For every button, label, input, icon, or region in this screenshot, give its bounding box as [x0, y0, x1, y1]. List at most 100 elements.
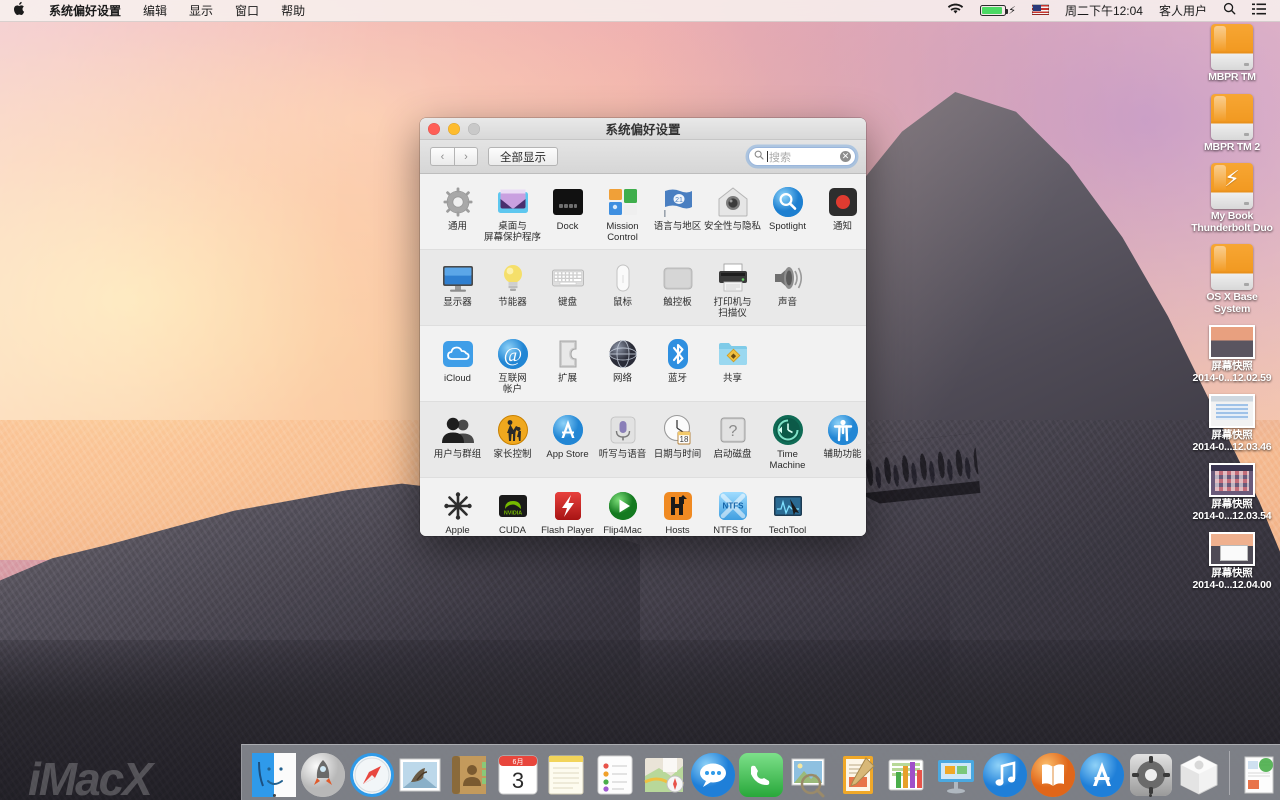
dock-item-notes[interactable]	[542, 746, 591, 798]
pref-pane-extensions[interactable]: 扩展	[540, 335, 595, 385]
dock-item-launchpad[interactable]	[299, 746, 348, 798]
dock-item-contacts[interactable]	[445, 746, 494, 798]
menu-window[interactable]: 窗口	[224, 0, 270, 22]
pref-pane-label: Flip4Mac	[594, 526, 652, 536]
pref-pane-icloud[interactable]: iCloud	[430, 335, 485, 385]
dock-item-maps[interactable]	[640, 746, 689, 798]
pref-pane-mouse[interactable]: 鼠标	[595, 259, 650, 309]
pref-pane-mission-control[interactable]: Mission Control	[595, 183, 650, 243]
pref-pane-trackpad[interactable]: 触控板	[650, 259, 705, 309]
desktop-item-mbpr-tm[interactable]: MBPR TM	[1184, 24, 1280, 84]
menu-edit[interactable]: 编辑	[132, 0, 178, 22]
desktop-icon-column: MBPR TM MBPR TM 2 ⚡ My Book Thunderbolt …	[1184, 24, 1280, 601]
pref-pane-notifications[interactable]: 通知	[815, 183, 866, 233]
pref-pane-apple-qmaster[interactable]: Apple Qmaster	[430, 487, 485, 536]
pref-pane-flash-player[interactable]: Flash Player	[540, 487, 595, 536]
notes-icon	[543, 752, 589, 798]
extensions-icon	[551, 337, 585, 371]
dock-item-app-store[interactable]	[1078, 746, 1127, 798]
apple-menu-icon[interactable]	[0, 0, 38, 22]
text-cursor	[767, 151, 768, 162]
us-flag-icon[interactable]	[1024, 0, 1057, 22]
pref-pane-language-region[interactable]: 21 语言与地区	[650, 183, 705, 233]
dock-item-ibooks[interactable]	[1029, 746, 1078, 798]
mail-icon	[397, 752, 443, 798]
battery-icon[interactable]: ⚡	[972, 0, 1024, 22]
search-field[interactable]: 搜索 ✕	[748, 147, 856, 166]
dock-item-itunes[interactable]	[980, 746, 1029, 798]
desktop-item-screenshot-2[interactable]: 屏幕快照 2014-0...12.03.46	[1184, 394, 1280, 453]
dock-item-pages[interactable]	[834, 746, 883, 798]
dock-item-facetime[interactable]	[737, 746, 786, 798]
pref-pane-general[interactable]: 通用	[430, 183, 485, 233]
pref-pane-cuda[interactable]: NVIDIA CUDA	[485, 487, 540, 536]
pref-pane-users-groups[interactable]: 用户与群组	[430, 411, 485, 461]
dock-item-finder[interactable]	[250, 746, 299, 798]
pref-pane-sound[interactable]: 声音	[760, 259, 815, 309]
pref-pane-parental-controls[interactable]: 家长控制	[485, 411, 540, 461]
dock-item-calendar[interactable]: 6月3	[493, 746, 542, 798]
pref-pane-flip4mac[interactable]: Flip4Mac	[595, 487, 650, 536]
menu-system-preferences[interactable]: 系统偏好设置	[38, 0, 132, 22]
spotlight-search-icon[interactable]	[1215, 0, 1244, 22]
pref-pane-desktop-screensaver[interactable]: 桌面与 屏幕保护程序	[485, 183, 540, 243]
dock-item-mail[interactable]	[396, 746, 445, 798]
pref-pane-dock[interactable]: Dock	[540, 183, 595, 233]
notification-center-icon[interactable]	[1244, 0, 1274, 22]
desktop-item-screenshot-3[interactable]: 屏幕快照 2014-0...12.03.54	[1184, 463, 1280, 522]
dock-item-photos[interactable]	[786, 746, 835, 798]
menu-bar-user[interactable]: 客人用户	[1151, 0, 1215, 22]
pref-pane-app-store[interactable]: App Store	[540, 411, 595, 461]
menu-view[interactable]: 显示	[178, 0, 224, 22]
pref-pane-accessibility[interactable]: 辅助功能	[815, 411, 866, 461]
dock-item-keynote[interactable]	[932, 746, 981, 798]
preferences-row-internet: iCloud @ 互联网 帐户 扩展	[420, 326, 866, 402]
pref-pane-network[interactable]: 网络	[595, 335, 650, 385]
show-all-button[interactable]: 全部显示	[488, 147, 558, 166]
pref-pane-keyboard[interactable]: 键盘	[540, 259, 595, 309]
dock-item-safari[interactable]	[347, 746, 396, 798]
dock-item-system-preferences[interactable]	[1126, 746, 1175, 798]
wifi-icon[interactable]	[939, 0, 972, 22]
svg-text:3: 3	[512, 768, 524, 793]
menu-help[interactable]: 帮助	[270, 0, 316, 22]
system-preferences-window[interactable]: 系统偏好设置 ‹ › 全部显示 搜索 ✕	[420, 118, 866, 536]
dock-item-messages[interactable]	[688, 746, 737, 798]
desktop-item-my-book-thunderbolt-duo[interactable]: ⚡ My Book Thunderbolt Duo	[1184, 163, 1280, 234]
pref-pane-date-time[interactable]: 18 日期与时间	[650, 411, 705, 461]
pref-pane-printers-scanners[interactable]: 打印机与 扫描仪	[705, 259, 760, 319]
pref-pane-startup-disk[interactable]: ? 启动磁盘	[705, 411, 760, 461]
close-button[interactable]	[428, 123, 440, 135]
dock-item-xcode[interactable]	[1175, 746, 1224, 798]
pref-pane-security-privacy[interactable]: 安全性与隐私	[705, 183, 760, 233]
pref-pane-displays[interactable]: 显示器	[430, 259, 485, 309]
dock-item-documents-stack[interactable]	[1235, 746, 1280, 798]
menu-bar-clock[interactable]: 周二下午12:04	[1057, 0, 1151, 22]
pref-pane-sharing[interactable]: ◆ 共享	[705, 335, 760, 385]
pref-pane-label: Spotlight	[759, 222, 817, 233]
dock-item-reminders[interactable]	[591, 746, 640, 798]
pref-pane-label: 桌面与 屏幕保护程序	[484, 222, 542, 243]
desktop-item-screenshot-1[interactable]: 屏幕快照 2014-0...12.02.59	[1184, 325, 1280, 384]
pref-pane-label: Hosts	[649, 526, 707, 536]
pref-pane-spotlight[interactable]: Spotlight	[760, 183, 815, 233]
minimize-button[interactable]	[448, 123, 460, 135]
pref-pane-dictation-speech[interactable]: 听写与语音	[595, 411, 650, 461]
back-button[interactable]: ‹	[430, 147, 454, 166]
pref-pane-ntfs-for-mac-os-x[interactable]: NTFS NTFS for Mac OS X	[705, 487, 760, 536]
pref-pane-internet-accounts[interactable]: @ 互联网 帐户	[485, 335, 540, 395]
desktop-item-os-x-base-system[interactable]: OS X Base System	[1184, 244, 1280, 315]
clear-search-button[interactable]: ✕	[840, 151, 851, 162]
pref-pane-techtool-protection[interactable]: TechTool Protection	[760, 487, 815, 536]
dock-item-numbers[interactable]	[883, 746, 932, 798]
pref-pane-energy-saver[interactable]: 节能器	[485, 259, 540, 309]
desktop-item-mbpr-tm-2[interactable]: MBPR TM 2	[1184, 94, 1280, 154]
desktop-item-screenshot-4[interactable]: 屏幕快照 2014-0...12.04.00	[1184, 532, 1280, 591]
window-titlebar[interactable]: 系统偏好设置	[420, 118, 866, 140]
apple-logo-icon	[13, 1, 26, 16]
pref-pane-time-machine[interactable]: Time Machine	[760, 411, 815, 471]
pref-pane-hosts[interactable]: Hosts	[650, 487, 705, 536]
trackpad-icon	[661, 261, 695, 295]
forward-button[interactable]: ›	[454, 147, 478, 166]
pref-pane-bluetooth[interactable]: 蓝牙	[650, 335, 705, 385]
